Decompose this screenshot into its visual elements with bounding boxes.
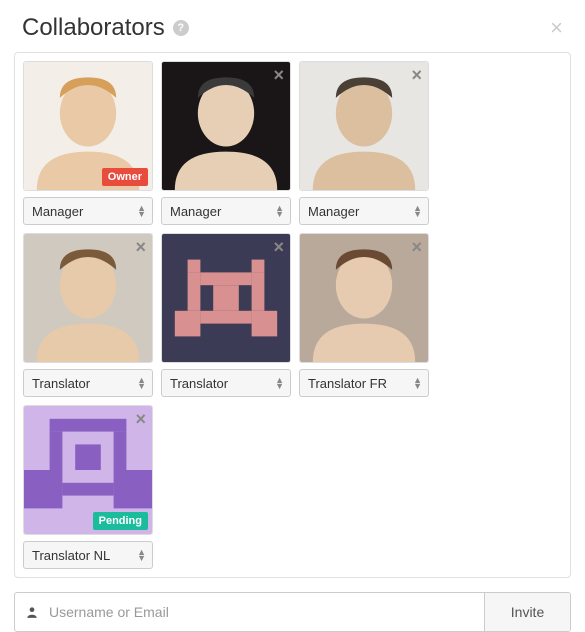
role-value: Translator bbox=[170, 376, 228, 391]
role-select[interactable]: Translator ▲▼ bbox=[161, 369, 291, 397]
avatar: × Pending bbox=[23, 405, 153, 535]
collaborator-card: Owner Manager ▲▼ bbox=[23, 61, 153, 225]
invite-input[interactable] bbox=[49, 593, 484, 631]
chevron-updown-icon: ▲▼ bbox=[137, 377, 146, 390]
chevron-updown-icon: ▲▼ bbox=[413, 205, 422, 218]
remove-collaborator-icon[interactable]: × bbox=[135, 238, 146, 256]
avatar: × bbox=[161, 61, 291, 191]
role-select[interactable]: Manager ▲▼ bbox=[299, 197, 429, 225]
chevron-updown-icon: ▲▼ bbox=[275, 205, 284, 218]
invite-bar: Invite bbox=[14, 592, 571, 632]
collaborator-card: × Manager ▲▼ bbox=[299, 61, 429, 225]
role-select[interactable]: Manager ▲▼ bbox=[161, 197, 291, 225]
pending-badge: Pending bbox=[93, 512, 148, 530]
role-value: Translator NL bbox=[32, 548, 110, 563]
title-text: Collaborators bbox=[22, 14, 165, 42]
collaborator-card: × Translator ▲▼ bbox=[23, 233, 153, 397]
role-select[interactable]: Translator FR ▲▼ bbox=[299, 369, 429, 397]
role-value: Translator FR bbox=[308, 376, 387, 391]
modal-body: Owner Manager ▲▼ × Manager ▲▼ × Manager ▲▼ × Trans… bbox=[14, 52, 571, 578]
collaborators-grid: Owner Manager ▲▼ × Manager ▲▼ × Manager ▲▼ × Trans… bbox=[23, 61, 562, 569]
modal-header: Collaborators ? × bbox=[0, 0, 585, 52]
collaborator-card: × Pending Translator NL ▲▼ bbox=[23, 405, 153, 569]
avatar: × bbox=[23, 233, 153, 363]
user-icon bbox=[15, 593, 49, 631]
chevron-updown-icon: ▲▼ bbox=[413, 377, 422, 390]
invite-button[interactable]: Invite bbox=[484, 593, 570, 631]
avatar: × bbox=[161, 233, 291, 363]
remove-collaborator-icon[interactable]: × bbox=[135, 410, 146, 428]
collaborator-card: × Translator ▲▼ bbox=[161, 233, 291, 397]
remove-collaborator-icon[interactable]: × bbox=[411, 66, 422, 84]
role-value: Manager bbox=[308, 204, 359, 219]
close-icon[interactable]: × bbox=[550, 17, 563, 39]
role-value: Manager bbox=[170, 204, 221, 219]
role-select[interactable]: Translator NL ▲▼ bbox=[23, 541, 153, 569]
chevron-updown-icon: ▲▼ bbox=[137, 205, 146, 218]
role-value: Translator bbox=[32, 376, 90, 391]
chevron-updown-icon: ▲▼ bbox=[137, 549, 146, 562]
remove-collaborator-icon[interactable]: × bbox=[411, 238, 422, 256]
avatar: × bbox=[299, 233, 429, 363]
role-select[interactable]: Translator ▲▼ bbox=[23, 369, 153, 397]
role-value: Manager bbox=[32, 204, 83, 219]
avatar: × bbox=[299, 61, 429, 191]
remove-collaborator-icon[interactable]: × bbox=[273, 66, 284, 84]
collaborator-card: × Manager ▲▼ bbox=[161, 61, 291, 225]
collaborators-modal: Collaborators ? × Owner Manager ▲▼ × Manager… bbox=[0, 0, 585, 632]
avatar: Owner bbox=[23, 61, 153, 191]
remove-collaborator-icon[interactable]: × bbox=[273, 238, 284, 256]
role-select[interactable]: Manager ▲▼ bbox=[23, 197, 153, 225]
modal-title: Collaborators ? bbox=[22, 14, 189, 42]
help-icon[interactable]: ? bbox=[173, 20, 189, 36]
collaborator-card: × Translator FR ▲▼ bbox=[299, 233, 429, 397]
chevron-updown-icon: ▲▼ bbox=[275, 377, 284, 390]
owner-badge: Owner bbox=[102, 168, 148, 186]
